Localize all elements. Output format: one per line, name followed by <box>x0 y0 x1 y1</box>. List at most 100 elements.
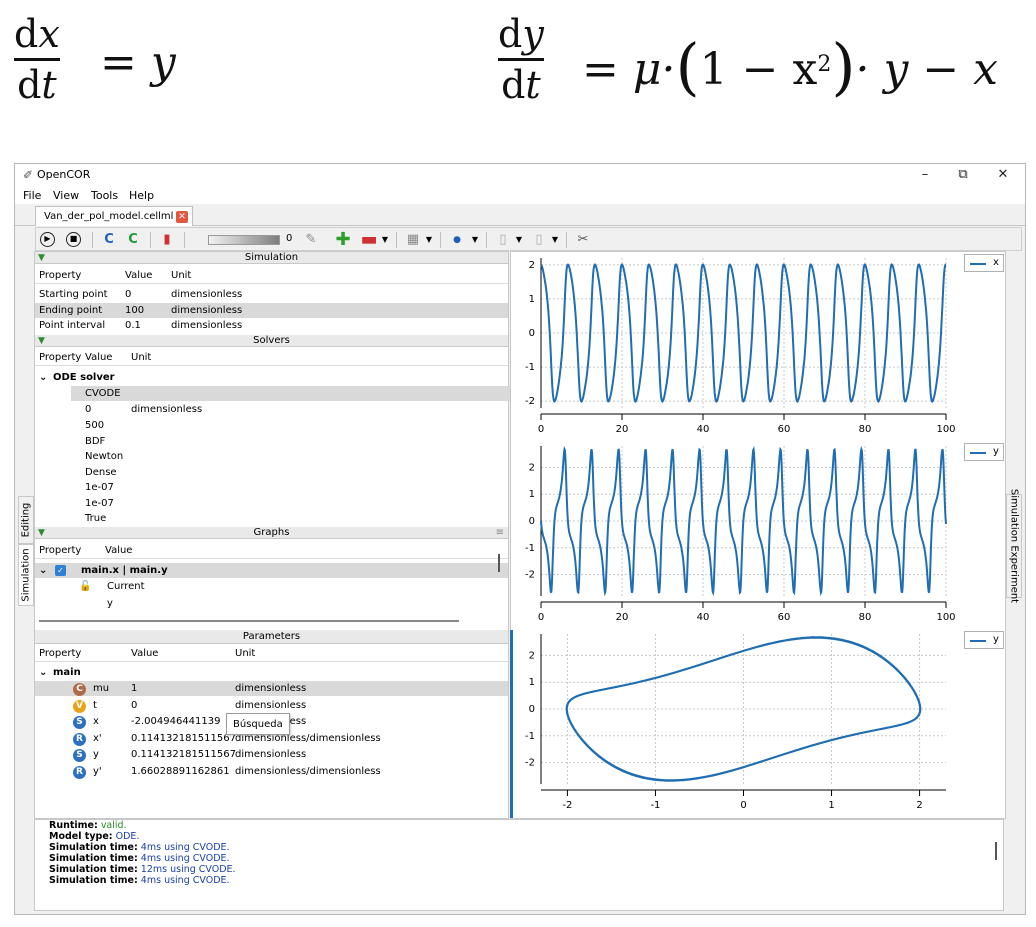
y-tick-label: -2 <box>525 396 535 407</box>
output-label: Simulation time: <box>49 875 138 886</box>
stop-icon[interactable]: ■ <box>66 232 81 247</box>
parameter-name: x' <box>93 733 102 744</box>
close-button[interactable]: ✕ <box>989 166 1017 184</box>
sedml-dropdown-icon[interactable]: ▼ <box>466 231 484 249</box>
eq-mu: μ· <box>632 44 676 95</box>
graphs-hscrollbar[interactable] <box>39 620 459 622</box>
clear-data-icon[interactable]: ▮ <box>158 231 176 249</box>
solver-row[interactable]: 0 dimensionless <box>35 402 508 417</box>
parameter-row-t[interactable]: V t 0 dimensionless <box>35 698 508 713</box>
run-icon[interactable]: ▶ <box>40 232 55 247</box>
solver-value[interactable]: 1e-07 <box>85 482 114 493</box>
graph-checkbox[interactable]: ✓ <box>55 565 66 576</box>
legend-panel-2[interactable]: y <box>964 443 1004 461</box>
y-tick-label: 2 <box>529 462 535 473</box>
solver-value[interactable]: True <box>85 513 106 524</box>
parameter-group-main[interactable]: ⌄ main <box>35 665 508 680</box>
unlock-icon[interactable]: 🔓 <box>79 581 91 592</box>
chevron-down-icon[interactable]: ⌄ <box>39 372 47 383</box>
reset-all-icon[interactable]: C <box>124 231 142 249</box>
cellml-dropdown-icon[interactable]: ▼ <box>510 231 528 249</box>
output-scrollbar[interactable] <box>995 842 997 860</box>
export-dropdown-icon[interactable]: ▼ <box>420 231 438 249</box>
parameter-value[interactable]: 1 <box>131 683 137 694</box>
eq-exponent: 2 <box>817 52 832 77</box>
col-value: Value <box>85 352 113 363</box>
sim-row-starting-point[interactable]: Starting point 0 dimensionless <box>35 287 508 302</box>
solver-value[interactable]: Newton <box>85 451 123 462</box>
legend-panel-1[interactable]: x <box>964 254 1004 272</box>
menu-help[interactable]: Help <box>129 189 154 202</box>
dydt-fraction: dy dt <box>498 12 544 107</box>
parameter-unit: dimensionless <box>235 700 307 711</box>
col-value: Value <box>125 270 153 281</box>
solver-row[interactable]: True <box>35 511 508 526</box>
combine-dropdown-icon[interactable]: ▼ <box>546 231 564 249</box>
add-graph-panel-icon[interactable]: ✚ <box>334 231 352 249</box>
chevron-down-icon[interactable]: ⌄ <box>39 667 47 678</box>
y-tick-label: 2 <box>529 260 535 271</box>
file-tab[interactable]: Van_der_pol_model.cellml ✕ <box>35 206 193 226</box>
solver-row[interactable]: BDF <box>35 434 508 449</box>
solver-row[interactable]: Dense <box>35 465 508 480</box>
row-value[interactable]: 100 <box>125 305 144 316</box>
graph-item[interactable]: ⌄ ✓ main.x | main.y <box>35 563 508 578</box>
menu-file[interactable]: File <box>23 189 41 202</box>
solver-row[interactable]: CVODE <box>71 386 510 401</box>
legend-panel-3[interactable]: y <box>964 631 1004 649</box>
solver-row[interactable]: 1e-07 <box>35 480 508 495</box>
graphs-section-header[interactable]: ▼ Graphs ≡ <box>35 527 508 539</box>
graph-property-row[interactable]: 🔓 Current <box>35 579 508 594</box>
tab-close-icon[interactable]: ✕ <box>176 211 188 223</box>
col-property: Property <box>39 270 82 281</box>
parameters-section-header[interactable]: Parameters <box>35 630 508 644</box>
solver-row[interactable]: Newton <box>35 449 508 464</box>
tab-editing[interactable]: Editing <box>18 496 34 544</box>
graphs-scrollbar[interactable] <box>498 554 500 572</box>
minimize-button[interactable]: – <box>911 166 939 184</box>
development-mode-icon[interactable]: ✎ <box>302 231 320 249</box>
row-value[interactable]: 0 <box>125 289 131 300</box>
parameter-row-mu[interactable]: C mu 1 dimensionless <box>35 681 508 696</box>
sim-row-point-interval[interactable]: Point interval 0.1 dimensionless <box>35 318 508 333</box>
reset-parameters-icon[interactable]: C <box>100 231 118 249</box>
menu-tools[interactable]: Tools <box>91 189 118 202</box>
graph-panels-svg[interactable]: 210-1-20 20 40 60 80 100210-1-20 20 40 60 80 10021… <box>511 252 1007 820</box>
solver-value[interactable]: Dense <box>85 467 117 478</box>
solver-row[interactable]: 1e-07 <box>35 496 508 511</box>
sim-row-ending-point[interactable]: Ending point 100 dimensionless <box>35 303 508 318</box>
output-label: Simulation time: <box>49 853 138 864</box>
parameter-row-y-prime[interactable]: R y' 1.66028891162861 dimensionless/dime… <box>35 764 508 779</box>
solver-value[interactable]: CVODE <box>85 388 121 399</box>
solver-value[interactable]: 0 <box>85 404 91 415</box>
simulation-section-header[interactable]: ▼ Simulation <box>35 252 508 264</box>
output-value: 4ms using CVODE. <box>140 853 230 864</box>
eq-den-var: t <box>525 63 541 107</box>
menu-icon[interactable]: ≡ <box>496 527 504 539</box>
solver-group-ode[interactable]: ⌄ ODE solver <box>35 370 508 385</box>
menu-view[interactable]: View <box>53 189 79 202</box>
parameter-value[interactable]: -2.004946441139 <box>131 716 221 727</box>
preferences-icon[interactable]: ✂ <box>574 231 592 249</box>
parameter-value[interactable]: 0.114132181511567 <box>131 749 236 760</box>
tab-simulation[interactable]: Simulation <box>18 544 34 606</box>
graph-property-row[interactable]: y <box>35 596 508 611</box>
tab-simulation-experiment[interactable]: Simulation Experiment <box>1006 489 1022 603</box>
solver-value[interactable]: 500 <box>85 420 104 431</box>
solver-value[interactable]: BDF <box>85 436 105 447</box>
parameter-row-y[interactable]: S y 0.114132181511567 dimensionless <box>35 747 508 762</box>
x-tick-label: 1 <box>828 800 834 811</box>
remove-dropdown-icon[interactable]: ▼ <box>376 231 394 249</box>
solver-row[interactable]: 500 <box>35 418 508 433</box>
row-value[interactable]: 0.1 <box>125 320 141 331</box>
output-console[interactable]: Runtime: valid. Model type: ODE. Simulat… <box>34 819 1004 911</box>
y-tick-label: 0 <box>529 328 535 339</box>
y-tick-label: -2 <box>525 570 535 581</box>
delay-slider[interactable] <box>208 235 280 245</box>
solvers-section-header[interactable]: ▼ Solvers <box>35 335 508 347</box>
chevron-down-icon[interactable]: ⌄ <box>39 565 47 576</box>
sedml-icon[interactable]: ● <box>448 231 466 249</box>
output-value: 4ms using CVODE. <box>140 875 230 886</box>
solver-value[interactable]: 1e-07 <box>85 498 114 509</box>
restore-button[interactable]: ⧉ <box>949 166 977 184</box>
